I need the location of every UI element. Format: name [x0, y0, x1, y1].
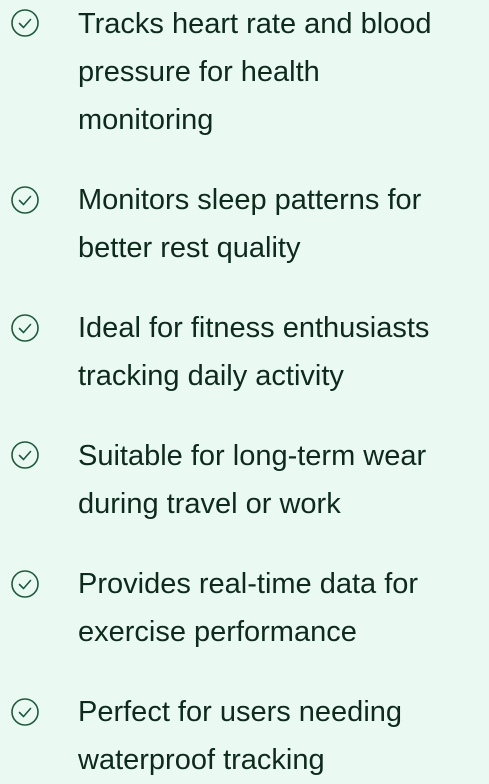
- feature-text: Perfect for users needing waterproof tra…: [78, 688, 488, 784]
- check-circle-icon: [10, 313, 40, 343]
- feature-line: pressure for health: [78, 56, 320, 88]
- feature-text: Provides real-time data for exercise per…: [78, 560, 488, 656]
- feature-line: Provides real-time data for: [78, 568, 419, 600]
- feature-line: Tracks heart rate and blood: [78, 8, 432, 40]
- feature-line: Suitable for long-term wear: [78, 440, 427, 472]
- feature-line: exercise performance: [78, 616, 357, 648]
- feature-line: monitoring: [78, 104, 214, 136]
- check-circle-icon: [10, 697, 40, 727]
- feature-line: better rest quality: [78, 232, 301, 264]
- feature-line: Ideal for fitness enthusiasts: [78, 312, 430, 344]
- check-circle-icon: [10, 8, 40, 38]
- feature-line: tracking daily activity: [78, 360, 344, 392]
- feature-line: Perfect for users needing: [78, 696, 403, 728]
- check-circle-icon: [10, 185, 40, 215]
- check-circle-icon: [10, 440, 40, 470]
- feature-text: Tracks heart rate and blood pressure for…: [78, 0, 488, 144]
- feature-line: during travel or work: [78, 488, 341, 520]
- feature-text: Suitable for long-term wear during trave…: [78, 432, 488, 528]
- feature-text: Monitors sleep patterns for better rest …: [78, 176, 488, 272]
- feature-list: Tracks heart rate and blood pressure for…: [0, 0, 489, 777]
- feature-line: Monitors sleep patterns for: [78, 184, 422, 216]
- feature-text: Ideal for fitness enthusiasts tracking d…: [78, 304, 488, 400]
- check-circle-icon: [10, 569, 40, 599]
